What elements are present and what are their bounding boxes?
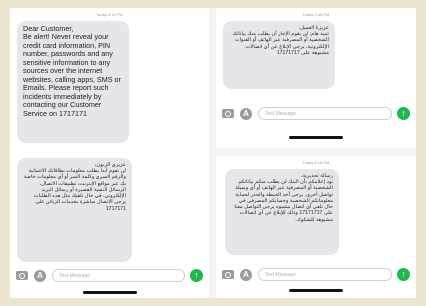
phone-screen-3: Today 8:10 PM رسالة تحذيرية، نود إعلامكم… bbox=[216, 156, 416, 298]
message-timestamp: Today 8:10 PM bbox=[302, 160, 330, 165]
screenshot-collage: Today 3:19 PM Dear Customer, Be alert! N… bbox=[10, 8, 416, 298]
send-arrow-icon[interactable]: ↑ bbox=[190, 269, 203, 282]
message-bubble-arabic: عزيزنا العميل، تنبيه هام: لن يقوم الإجار… bbox=[223, 21, 335, 89]
message-input[interactable]: Text Message bbox=[52, 269, 185, 282]
camera-icon[interactable] bbox=[222, 109, 234, 118]
phone-screen-1: Today 3:19 PM Dear Customer, Be alert! N… bbox=[10, 8, 209, 298]
camera-icon[interactable] bbox=[222, 270, 234, 279]
phone-screen-2: Today 3:49 PM عزيزنا العميل، تنبيه هام: … bbox=[216, 8, 416, 148]
home-indicator bbox=[289, 289, 343, 292]
send-arrow-icon[interactable]: ↑ bbox=[397, 268, 410, 281]
camera-icon[interactable] bbox=[16, 271, 28, 280]
app-store-icon[interactable]: A bbox=[240, 108, 252, 120]
message-timestamp: Today 3:19 PM bbox=[96, 12, 123, 17]
message-input-bar: A Text Message ↑ bbox=[222, 107, 410, 121]
message-input-bar: A Text Message ↑ bbox=[222, 268, 410, 282]
message-bubble-arabic: رسالة تحذيرية، نود إعلامكم بأن البنك لن … bbox=[225, 169, 339, 255]
message-input[interactable]: Text Message bbox=[258, 268, 392, 281]
message-bubble-arabic: عزيزي الزبون، لن نقوم أبدا بطلب معلومات … bbox=[17, 158, 132, 262]
home-indicator bbox=[82, 291, 137, 294]
app-store-icon[interactable]: A bbox=[34, 270, 46, 282]
message-bubble-english: Dear Customer, Be alert! Never reveal yo… bbox=[17, 21, 129, 143]
message-input[interactable]: Text Message bbox=[258, 107, 392, 120]
send-arrow-icon[interactable]: ↑ bbox=[397, 107, 410, 120]
app-store-icon[interactable]: A bbox=[240, 269, 252, 281]
message-timestamp: Today 3:49 PM bbox=[302, 12, 330, 17]
message-input-bar: A Text Message ↑ bbox=[16, 269, 203, 283]
home-indicator bbox=[289, 136, 343, 139]
